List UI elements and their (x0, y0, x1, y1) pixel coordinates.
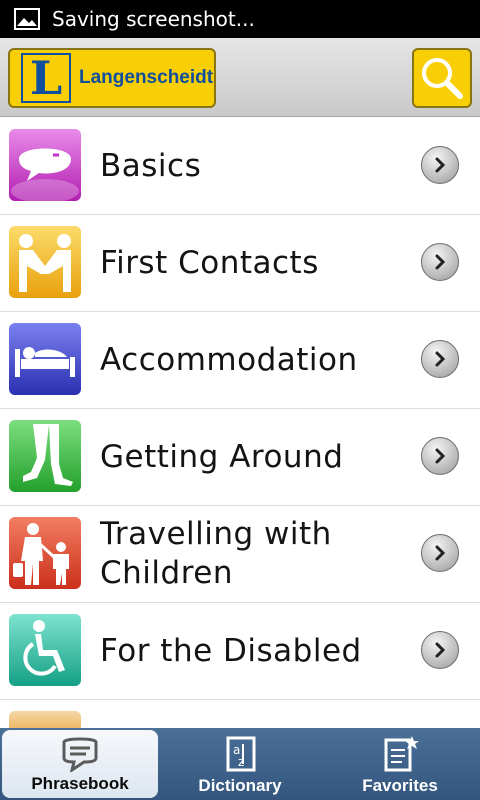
accommodation-tile (9, 323, 81, 395)
image-icon (14, 8, 40, 30)
item-label: For the Disabled (100, 632, 362, 669)
tab-dictionary[interactable]: a z Dictionary (160, 728, 320, 800)
speech-bubble-icon (9, 129, 81, 201)
search-icon (422, 58, 463, 99)
handshake-icon (9, 226, 81, 298)
logo-text: Langenscheidt (79, 67, 214, 88)
for-the-disabled-tile (9, 614, 81, 686)
tab-label: Dictionary (198, 776, 282, 795)
item-label: Basics (100, 147, 202, 184)
phrasebook-category-list: Basics First Contacts Accommodation Gett… (0, 118, 480, 728)
item-label: Getting Around (100, 438, 344, 475)
phrasebook-icon (62, 737, 98, 772)
parent-child-icon (9, 517, 81, 589)
tab-label: Favorites (362, 776, 438, 795)
bed-icon (9, 323, 81, 395)
favorites-icon (384, 736, 419, 772)
list-item-for-the-disabled[interactable]: For the Disabled (0, 603, 480, 700)
app-header: L Langenscheidt (0, 38, 480, 117)
list-item-partial[interactable] (0, 700, 480, 728)
chevron-right-icon (421, 631, 459, 669)
chevron-right-icon (421, 243, 459, 281)
wheelchair-icon (9, 614, 81, 686)
list-item-travelling-with-children[interactable]: Travelling with Children (0, 506, 480, 603)
chevron-right-icon (421, 437, 459, 475)
list-item-first-contacts[interactable]: First Contacts (0, 215, 480, 312)
list-item-basics[interactable]: Basics (0, 118, 480, 215)
bottom-tab-bar: Phrasebook a z Dictionary Favorites (0, 728, 480, 800)
logo-letter: L (29, 51, 63, 105)
tab-phrasebook[interactable]: Phrasebook (2, 730, 158, 798)
chevron-right-icon (421, 146, 459, 184)
langenscheidt-logo-icon: L (21, 53, 71, 103)
chevron-right-icon (421, 534, 459, 572)
item-label: First Contacts (100, 244, 319, 281)
list-item-accommodation[interactable]: Accommodation (0, 312, 480, 409)
travelling-with-children-tile (9, 517, 81, 589)
status-bar: Saving screenshot... (0, 0, 480, 38)
list-item-getting-around[interactable]: Getting Around (0, 409, 480, 506)
item-label: Travelling with Children (100, 516, 332, 591)
dictionary-icon: a z (226, 736, 256, 772)
basics-tile (9, 129, 81, 201)
tab-favorites[interactable]: Favorites (320, 728, 480, 800)
item-label: Accommodation (100, 341, 358, 378)
status-text: Saving screenshot... (52, 7, 255, 31)
search-button[interactable] (412, 48, 472, 108)
getting-around-tile (9, 420, 81, 492)
tab-label: Phrasebook (31, 774, 129, 793)
langenscheidt-logo-button[interactable]: L Langenscheidt (8, 48, 216, 108)
first-contacts-tile (9, 226, 81, 298)
walking-legs-icon (9, 420, 81, 492)
partial-tile-icon (9, 711, 81, 728)
chevron-right-icon (421, 340, 459, 378)
